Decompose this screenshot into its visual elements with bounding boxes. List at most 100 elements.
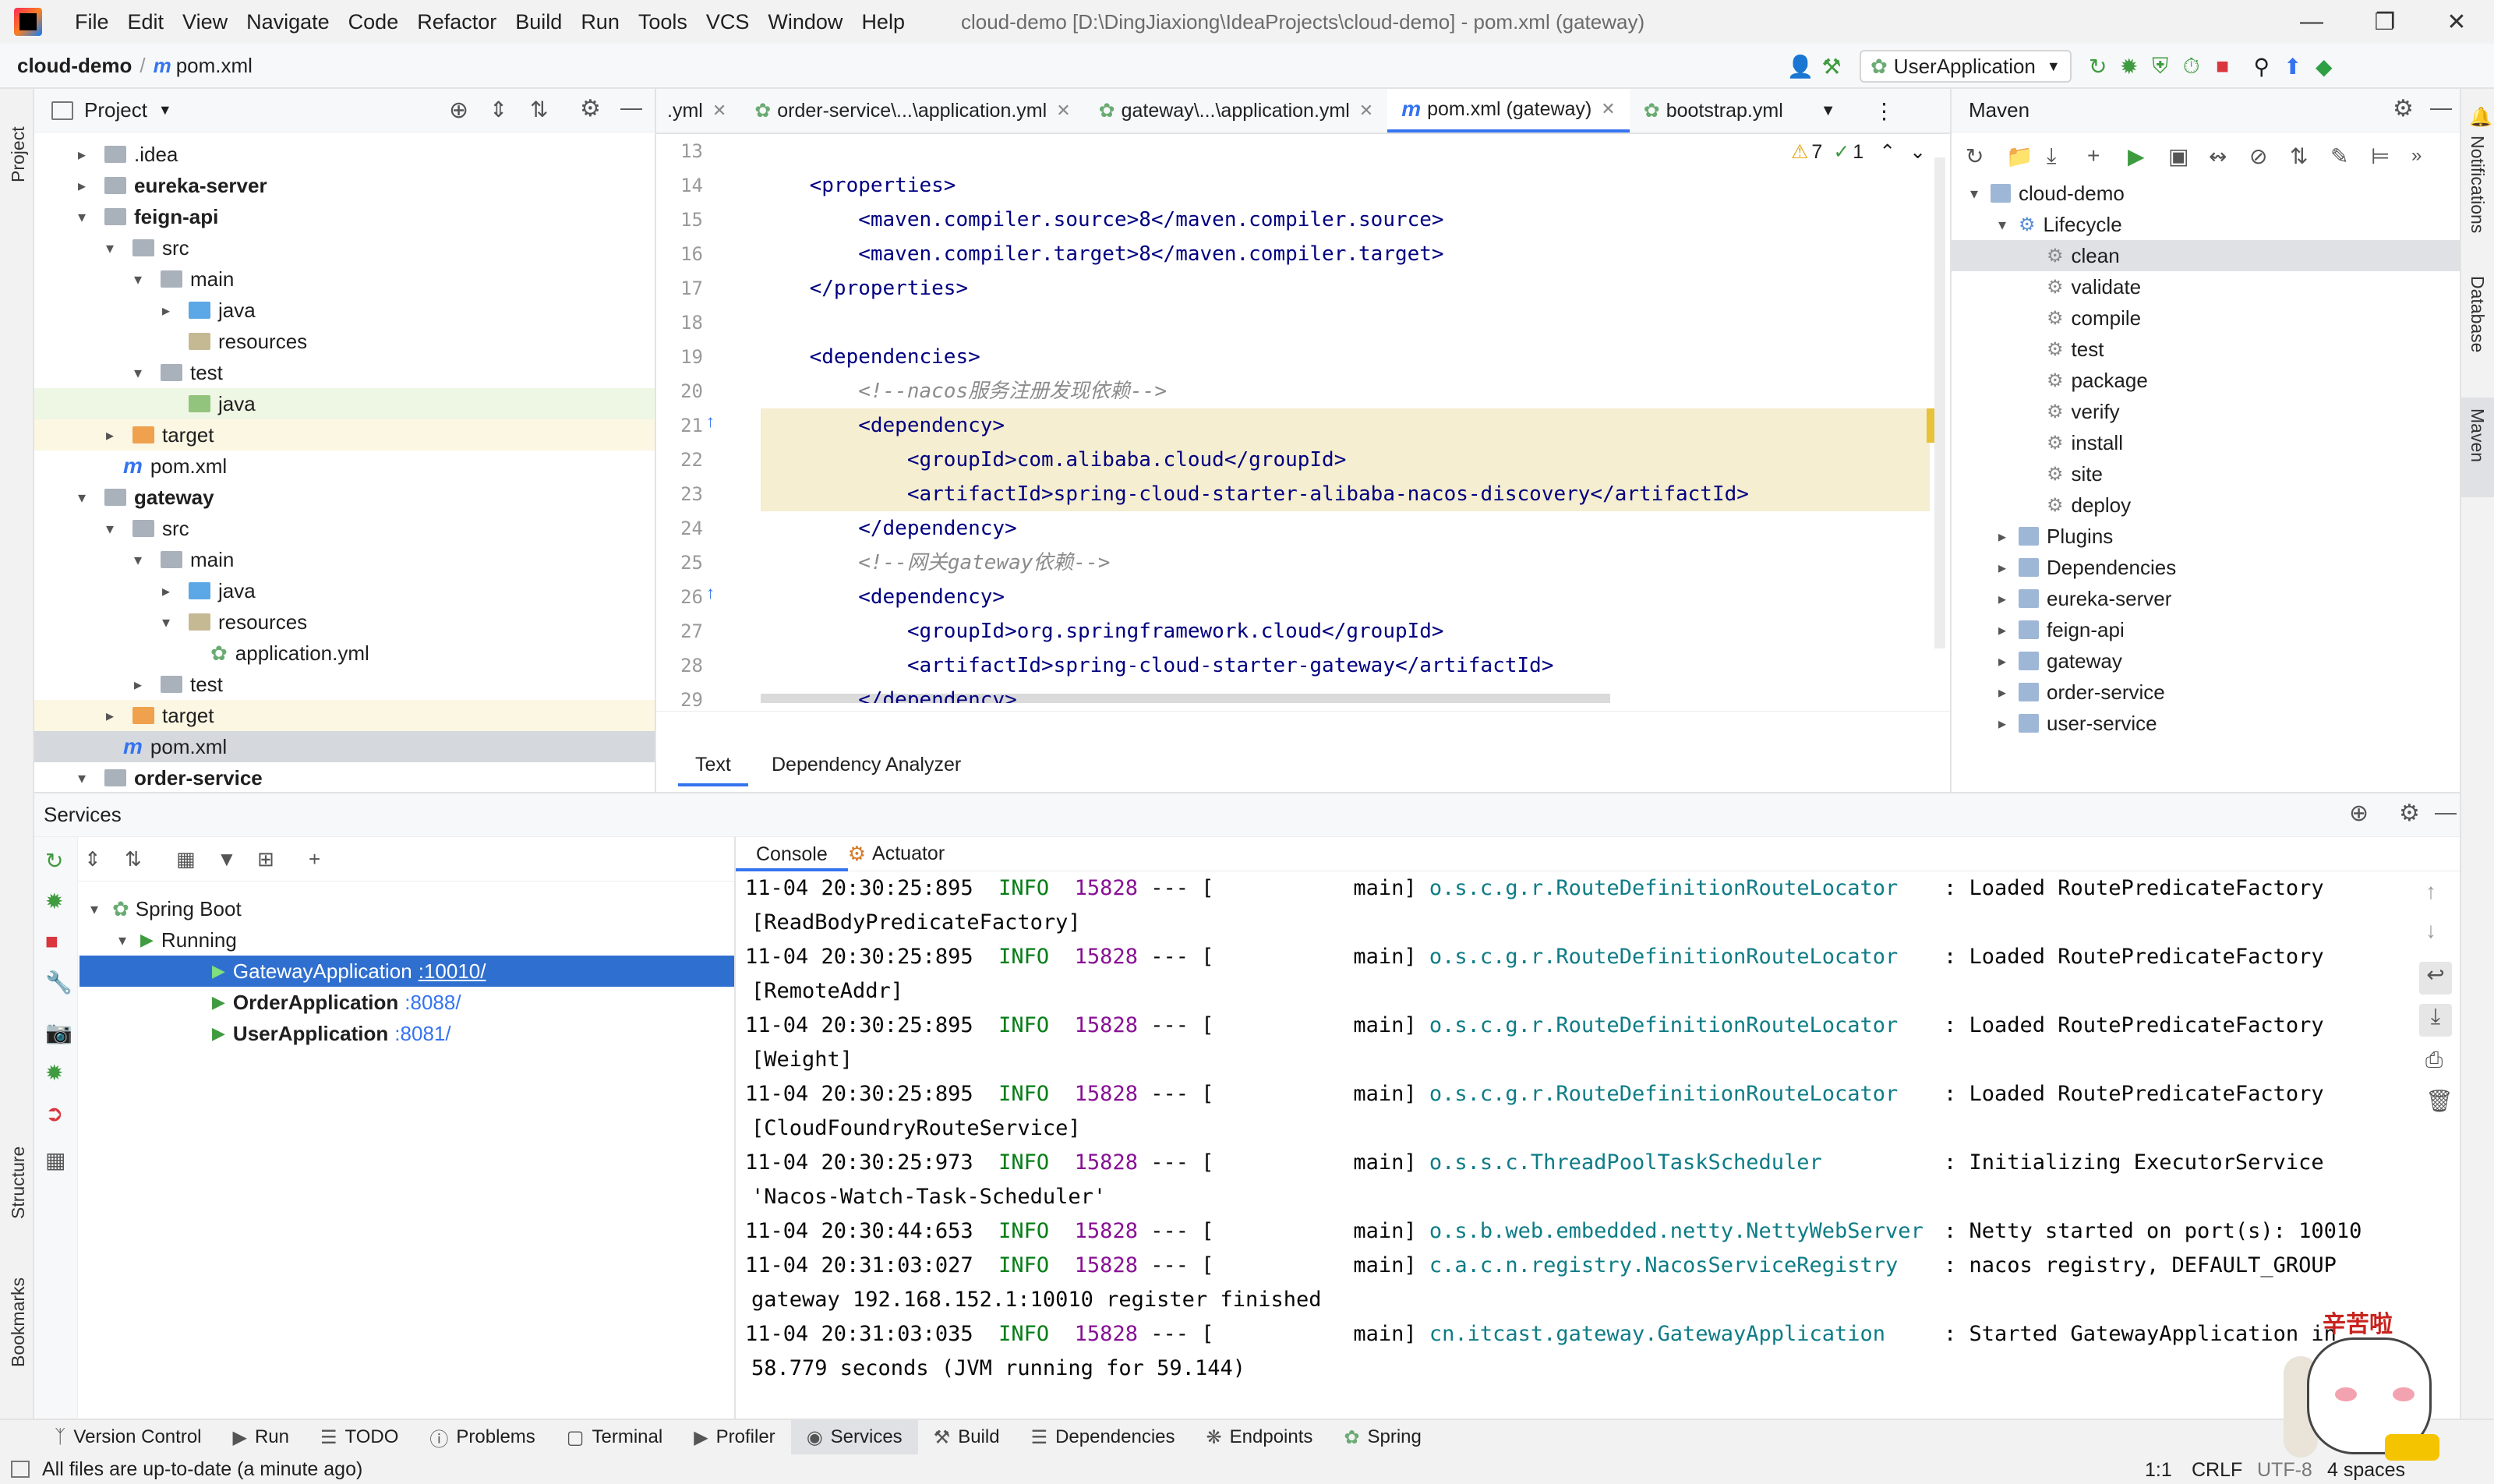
tool-profiler[interactable]: ▶ Profiler	[678, 1420, 791, 1454]
breadcrumb-file[interactable]: pom.xml	[176, 54, 253, 78]
service-node-spring-boot[interactable]: ▾ ✿ Spring Boot	[86, 893, 242, 924]
menu-file[interactable]: File	[65, 10, 118, 34]
run-icon[interactable]: ▶	[2128, 143, 2168, 169]
maven-node-eureka-server[interactable]: ▸ eureka-server	[1994, 583, 2171, 614]
tree-node-main[interactable]: ▾ main	[129, 263, 234, 295]
navigate-to-parent-icon[interactable]: ↑	[706, 583, 715, 603]
build-hammer-icon[interactable]: ⚒	[1816, 51, 1847, 82]
menu-run[interactable]: Run	[571, 10, 629, 34]
debug-attach-icon[interactable]: ✹	[45, 1060, 63, 1086]
hide-panel-icon[interactable]: —	[2435, 800, 2457, 825]
tab-text[interactable]: Text	[678, 747, 748, 786]
tree-node-application-yml[interactable]: ✿ application.yml	[210, 638, 369, 669]
coverage-icon[interactable]: ⛨	[2145, 51, 2176, 82]
menu-view[interactable]: View	[173, 10, 237, 34]
tool-spring[interactable]: ✿ Spring	[1328, 1420, 1436, 1454]
caret-position[interactable]: 1:1	[2145, 1459, 2172, 1482]
chevron-right-icon[interactable]: ▸	[1994, 683, 2011, 702]
download-icon[interactable]: ⤓	[2047, 143, 2087, 169]
close-window-button[interactable]: ✕	[2421, 0, 2492, 44]
wrench-icon[interactable]: 🔧	[45, 970, 72, 995]
stop-icon[interactable]: ■	[2207, 51, 2238, 82]
breadcrumb-project[interactable]: cloud-demo	[0, 54, 132, 78]
locate-icon[interactable]: ⊕	[449, 97, 468, 124]
chevron-down-icon[interactable]: ▾	[157, 613, 175, 632]
camera-icon[interactable]: 📷	[45, 1019, 72, 1045]
maven-node-user-service[interactable]: ▸ user-service	[1994, 708, 2157, 739]
minimize-button[interactable]: —	[2276, 0, 2347, 44]
maven-goal-package[interactable]: ⚙ package	[2047, 365, 2148, 396]
update-icon[interactable]: ⬆	[2277, 51, 2309, 82]
scroll-down-icon[interactable]: ↓	[2425, 918, 2436, 943]
rerun-icon[interactable]: ↻	[2082, 51, 2114, 82]
run-config-selector[interactable]: ✿ UserApplication ▼	[1860, 50, 2072, 83]
chevron-down-icon[interactable]: ▾	[101, 238, 118, 258]
tab-yml[interactable]: .yml ✕	[656, 89, 740, 132]
tree-node-test[interactable]: ▸ test	[129, 669, 223, 700]
expand-all-icon[interactable]: ⇕	[84, 847, 125, 871]
maven-goal-clean[interactable]: ⚙ clean	[1952, 240, 2460, 271]
scroll-up-icon[interactable]: ↑	[2425, 879, 2436, 904]
gear-icon[interactable]: ⚙	[580, 95, 601, 122]
chevron-down-icon[interactable]: ▾	[101, 519, 118, 539]
user-account-icon[interactable]: 👤	[1785, 51, 1816, 82]
service-order-application[interactable]: ▶ OrderApplication:8088/	[212, 987, 461, 1018]
tree-node-test-java[interactable]: java	[34, 388, 655, 419]
tree-node-order-service[interactable]: ▾ order-service	[73, 762, 263, 793]
tool-build[interactable]: ⚒ Build	[918, 1420, 1016, 1454]
chevron-right-icon[interactable]: ▸	[1994, 652, 2011, 671]
chevron-down-icon[interactable]: ▾	[129, 550, 147, 570]
editor-scrollbar[interactable]	[1934, 157, 1945, 648]
maven-node-gateway[interactable]: ▸ gateway	[1994, 645, 2122, 677]
tree-node-feign-api[interactable]: ▾ feign-api	[73, 201, 218, 232]
trash-icon[interactable]: 🗑	[2425, 1088, 2453, 1114]
tool-services[interactable]: ◉ Services	[790, 1420, 918, 1454]
tool-dependencies[interactable]: ☰ Dependencies	[1016, 1420, 1191, 1454]
print-icon[interactable]: ⎙	[2425, 1048, 2443, 1073]
tool-version-control[interactable]: ᛉ Version Control	[39, 1420, 217, 1454]
profile-icon[interactable]: ⏱	[2176, 51, 2207, 82]
menu-help[interactable]: Help	[852, 10, 914, 34]
maven-goal-site[interactable]: ⚙ site	[2047, 458, 2103, 489]
gear-icon[interactable]: ⚙	[2399, 800, 2420, 827]
menu-edit[interactable]: Edit	[118, 10, 174, 34]
menu-vcs[interactable]: VCS	[697, 10, 759, 34]
menu-window[interactable]: Window	[758, 10, 852, 34]
execute-goal-icon[interactable]: ▣	[2168, 143, 2209, 169]
maximize-button[interactable]: ❐	[2349, 0, 2421, 44]
tool-endpoints[interactable]: ❋ Endpoints	[1191, 1420, 1329, 1454]
analyze-icon[interactable]: ⊨	[2371, 143, 2411, 169]
tree-node-gateway[interactable]: ▾ gateway	[73, 482, 214, 513]
database-stripe-button[interactable]: Database	[2467, 276, 2488, 352]
reload-icon[interactable]: ↻	[1966, 143, 2006, 169]
chevron-right-icon[interactable]: ▸	[73, 145, 90, 164]
menu-tools[interactable]: Tools	[629, 10, 697, 34]
collapse-all-icon[interactable]: ⇅	[125, 847, 165, 871]
filter-icon[interactable]: ▼	[217, 847, 257, 871]
maven-node-plugins[interactable]: ▸ Plugins	[1994, 521, 2113, 552]
tree-node-pom-selected[interactable]: m pom.xml	[34, 731, 655, 762]
maven-goal-deploy[interactable]: ⚙ deploy	[2047, 489, 2131, 521]
tree-node-java[interactable]: ▸ java	[157, 295, 256, 326]
chevron-right-icon[interactable]: ▸	[101, 426, 118, 445]
tree-node-eureka-server[interactable]: ▸ eureka-server	[73, 170, 267, 201]
tab-dependency-analyzer[interactable]: Dependency Analyzer	[754, 747, 978, 786]
tree-node-idea[interactable]: ▸ .idea	[73, 139, 178, 170]
add-icon[interactable]: +	[309, 847, 349, 871]
service-node-running[interactable]: ▾ ▶ Running	[114, 924, 237, 956]
app-port-link[interactable]: :10010/	[419, 959, 486, 984]
maven-node-lifecycle[interactable]: ▾ ⚙ Lifecycle	[1994, 209, 2122, 240]
search-icon[interactable]: ⚲	[2246, 51, 2277, 82]
gear-icon[interactable]: ⚙	[2393, 95, 2414, 122]
service-gateway-application[interactable]: ▶ GatewayApplication:10010/	[79, 956, 734, 987]
chevron-right-icon[interactable]: ▸	[73, 176, 90, 196]
structure-stripe-button[interactable]: Structure	[8, 1147, 29, 1219]
tool-windows-icon[interactable]	[11, 1461, 30, 1478]
tab-console[interactable]: Console	[736, 837, 848, 871]
generate-sources-icon[interactable]: 📁	[2006, 143, 2047, 169]
tree-node-resources[interactable]: resources	[175, 326, 307, 357]
navigate-to-parent-icon[interactable]: ↑	[706, 412, 715, 432]
tab-list-chevron-icon[interactable]: ▼	[1807, 89, 1850, 132]
tree-node-main[interactable]: ▾ main	[129, 544, 234, 575]
show-dependencies-icon[interactable]: ✎	[2330, 143, 2371, 169]
